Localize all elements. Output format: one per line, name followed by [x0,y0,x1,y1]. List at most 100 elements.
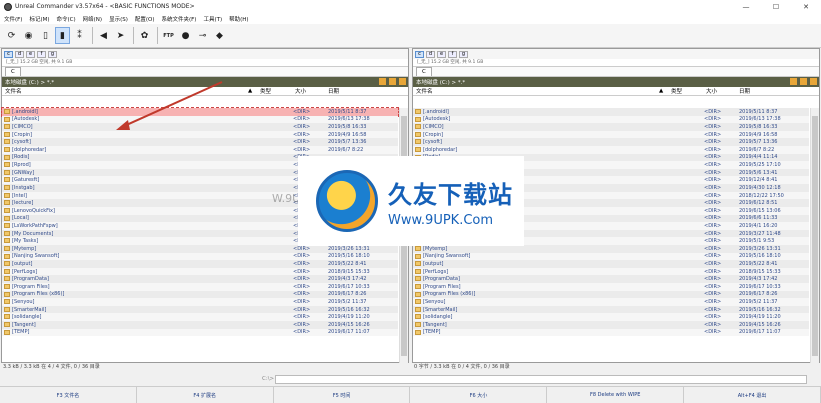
history-icon[interactable] [379,78,386,85]
file-row[interactable]: [.androidl] <DIR> 2019/5/11 8:37 [413,108,809,116]
file-row[interactable]: [Autodesk] <DIR> 2019/6/13 17:38 [413,115,809,124]
file-row[interactable]: [Program Files] <DIR> 2019/6/17 10:33 [413,283,809,291]
file-row[interactable]: [dolphoredar] <DIR> 2019/6/7 8:22 [2,146,398,154]
file-row[interactable]: [Cropin] <DIR> 2019/4/9 16:58 [2,130,398,139]
refresh-icon[interactable]: ⟳ [4,27,19,44]
menu-system-folders[interactable]: 系统文件夹(F) [161,15,196,23]
full-view-icon[interactable]: ▮ [55,27,70,44]
header-date[interactable]: 日期 [328,87,339,95]
header-size[interactable]: 大小 [706,87,717,95]
drive-c-button[interactable]: c [4,50,13,58]
f4-button[interactable]: F4 扩展名 [137,387,274,403]
file-row[interactable]: [cysoft] <DIR> 2019/5/7 13:36 [2,138,398,147]
file-row[interactable]: [SmarterMail] <DIR> 2019/5/16 16:32 [413,305,809,314]
drive-c-button[interactable]: c [415,50,424,58]
menu-net[interactable]: 网络(N) [83,15,102,23]
file-row[interactable]: [Senyou] <DIR> 2019/5/2 11:37 [2,298,398,306]
f6-button[interactable]: F6 大小 [410,387,548,403]
file-row[interactable]: [Nanjing Swansoft] <DIR> 2019/5/16 18:10 [2,252,398,261]
favorites-icon[interactable] [800,78,807,85]
file-row[interactable]: [ProgramData] <DIR> 2019/4/3 17:42 [413,275,809,284]
header-name[interactable]: 文件名 [416,87,433,95]
file-row[interactable]: [PerfLogs] <DIR> 2018/9/15 15:33 [2,267,398,276]
menu-commands[interactable]: 命令(C) [57,15,76,23]
scrollbar-thumb[interactable] [812,116,818,356]
root-icon[interactable] [399,78,406,85]
pack-icon[interactable]: ✿ [137,27,152,44]
f8-button[interactable]: F8 Delete with WIPE [547,387,685,403]
settings-icon[interactable]: ◆ [212,27,227,44]
f3-button[interactable]: F3 文件名 [0,387,137,403]
path-bar[interactable]: 本地磁盘 (C:) > *.* [2,77,408,87]
menu-help[interactable]: 帮助(H) [229,15,248,23]
file-row[interactable]: [dolphoredar] <DIR> 2019/6/7 8:22 [413,146,809,154]
vertical-scrollbar[interactable] [810,108,819,363]
file-row[interactable]: [CIMCO] <DIR> 2019/5/8 16:33 [2,123,398,131]
file-name: [Instgab] [12,184,35,191]
brief-view-icon[interactable]: ▯ [38,27,53,44]
file-row[interactable]: [PerfLogs] <DIR> 2018/9/15 15:33 [413,267,809,276]
file-row[interactable]: [Program Files (x86)] <DIR> 2019/6/17 8:26 [2,290,398,299]
swap-left-icon[interactable]: ◀ [96,27,111,44]
file-row[interactable]: [output] <DIR> 2019/5/22 8:41 [413,260,809,268]
drive-g-button[interactable]: g [459,50,468,58]
connect-icon[interactable]: ● [178,27,193,44]
swap-right-icon[interactable]: ➤ [113,27,128,44]
ftp-icon[interactable]: FTP [161,27,176,44]
header-type[interactable]: 类型 [260,87,271,95]
disconnect-icon[interactable]: ⊸ [195,27,210,44]
file-row[interactable]: [solidangle] <DIR> 2019/4/19 11:20 [413,313,809,322]
file-row[interactable]: [Cropin] <DIR> 2019/4/9 16:58 [413,130,809,139]
file-row[interactable]: [TEMP] <DIR> 2019/6/17 11:07 [413,328,809,337]
file-row[interactable]: [Mytemp] <DIR> 2019/3/26 13:31 [413,244,809,253]
file-row[interactable]: [SmarterMail] <DIR> 2019/5/16 16:32 [2,305,398,314]
menu-file[interactable]: 文件(F) [4,15,22,23]
drive-f-button[interactable]: f [37,50,46,58]
command-input[interactable] [275,374,807,384]
alt-f4-button[interactable]: Alt+F4 退出 [684,387,821,403]
file-row[interactable]: [TEMP] <DIR> 2019/6/17 11:07 [2,328,398,337]
file-row[interactable]: [output] <DIR> 2019/5/22 8:41 [2,260,398,268]
file-row[interactable]: [ProgramData] <DIR> 2019/4/3 17:42 [2,275,398,284]
menu-tools[interactable]: 工具(T) [203,15,222,23]
menu-mark[interactable]: 标记(M) [29,15,49,23]
maximize-button[interactable]: ☐ [761,0,791,13]
file-row[interactable]: [cysoft] <DIR> 2019/5/7 13:36 [413,138,809,147]
header-name[interactable]: 文件名 [5,87,22,95]
tab-c[interactable]: C [416,67,432,76]
drive-f-button[interactable]: f [448,50,457,58]
file-row[interactable]: [Autodesk] <DIR> 2019/6/13 17:38 [2,115,398,124]
file-row[interactable]: [solidangle] <DIR> 2019/4/19 11:20 [2,313,398,322]
menu-config[interactable]: 配置(O) [135,15,155,23]
file-row[interactable]: [Mytemp] <DIR> 2019/3/26 13:31 [2,244,398,253]
drive-g-button[interactable]: g [48,50,57,58]
favorites-icon[interactable] [389,78,396,85]
drive-d-button[interactable]: d [426,50,435,58]
header-type[interactable]: 类型 [671,87,682,95]
drive-e-button[interactable]: e [437,50,446,58]
minimize-button[interactable]: — [731,0,761,13]
history-icon[interactable] [790,78,797,85]
file-row[interactable]: [CIMCO] <DIR> 2019/5/8 16:33 [413,123,809,131]
current-path: 本地磁盘 (C:) > *.* [416,80,466,86]
file-date: 2019/6/7 8:22 [328,146,364,153]
file-row[interactable]: [Tangent] <DIR> 2019/4/15 16:26 [413,321,809,329]
menu-show[interactable]: 显示(S) [109,15,128,23]
tab-c[interactable]: C [5,67,21,76]
path-bar[interactable]: 本地磁盘 (C:) > *.* [413,77,819,87]
close-button[interactable]: ✕ [791,0,821,13]
file-row[interactable]: [Senyou] <DIR> 2019/5/2 11:37 [413,298,809,306]
file-row[interactable]: [Tangent] <DIR> 2019/4/15 16:26 [2,321,398,329]
disk-icon[interactable]: ◉ [21,27,36,44]
header-date[interactable]: 日期 [739,87,750,95]
file-row[interactable]: [Nanjing Swansoft] <DIR> 2019/5/16 18:10 [413,252,809,261]
header-size[interactable]: 大小 [295,87,306,95]
drive-d-button[interactable]: d [15,50,24,58]
drive-e-button[interactable]: e [26,50,35,58]
f5-button[interactable]: F5 时间 [274,387,411,403]
file-row[interactable]: [Program Files (x86)] <DIR> 2019/6/17 8:26 [413,290,809,299]
root-icon[interactable] [810,78,817,85]
tree-view-icon[interactable]: ⁑ [72,27,87,44]
file-row[interactable]: [Program Files] <DIR> 2019/6/17 10:33 [2,283,398,291]
file-row[interactable]: [.androidl] <DIR> 2019/5/11 8:37 [1,107,399,117]
